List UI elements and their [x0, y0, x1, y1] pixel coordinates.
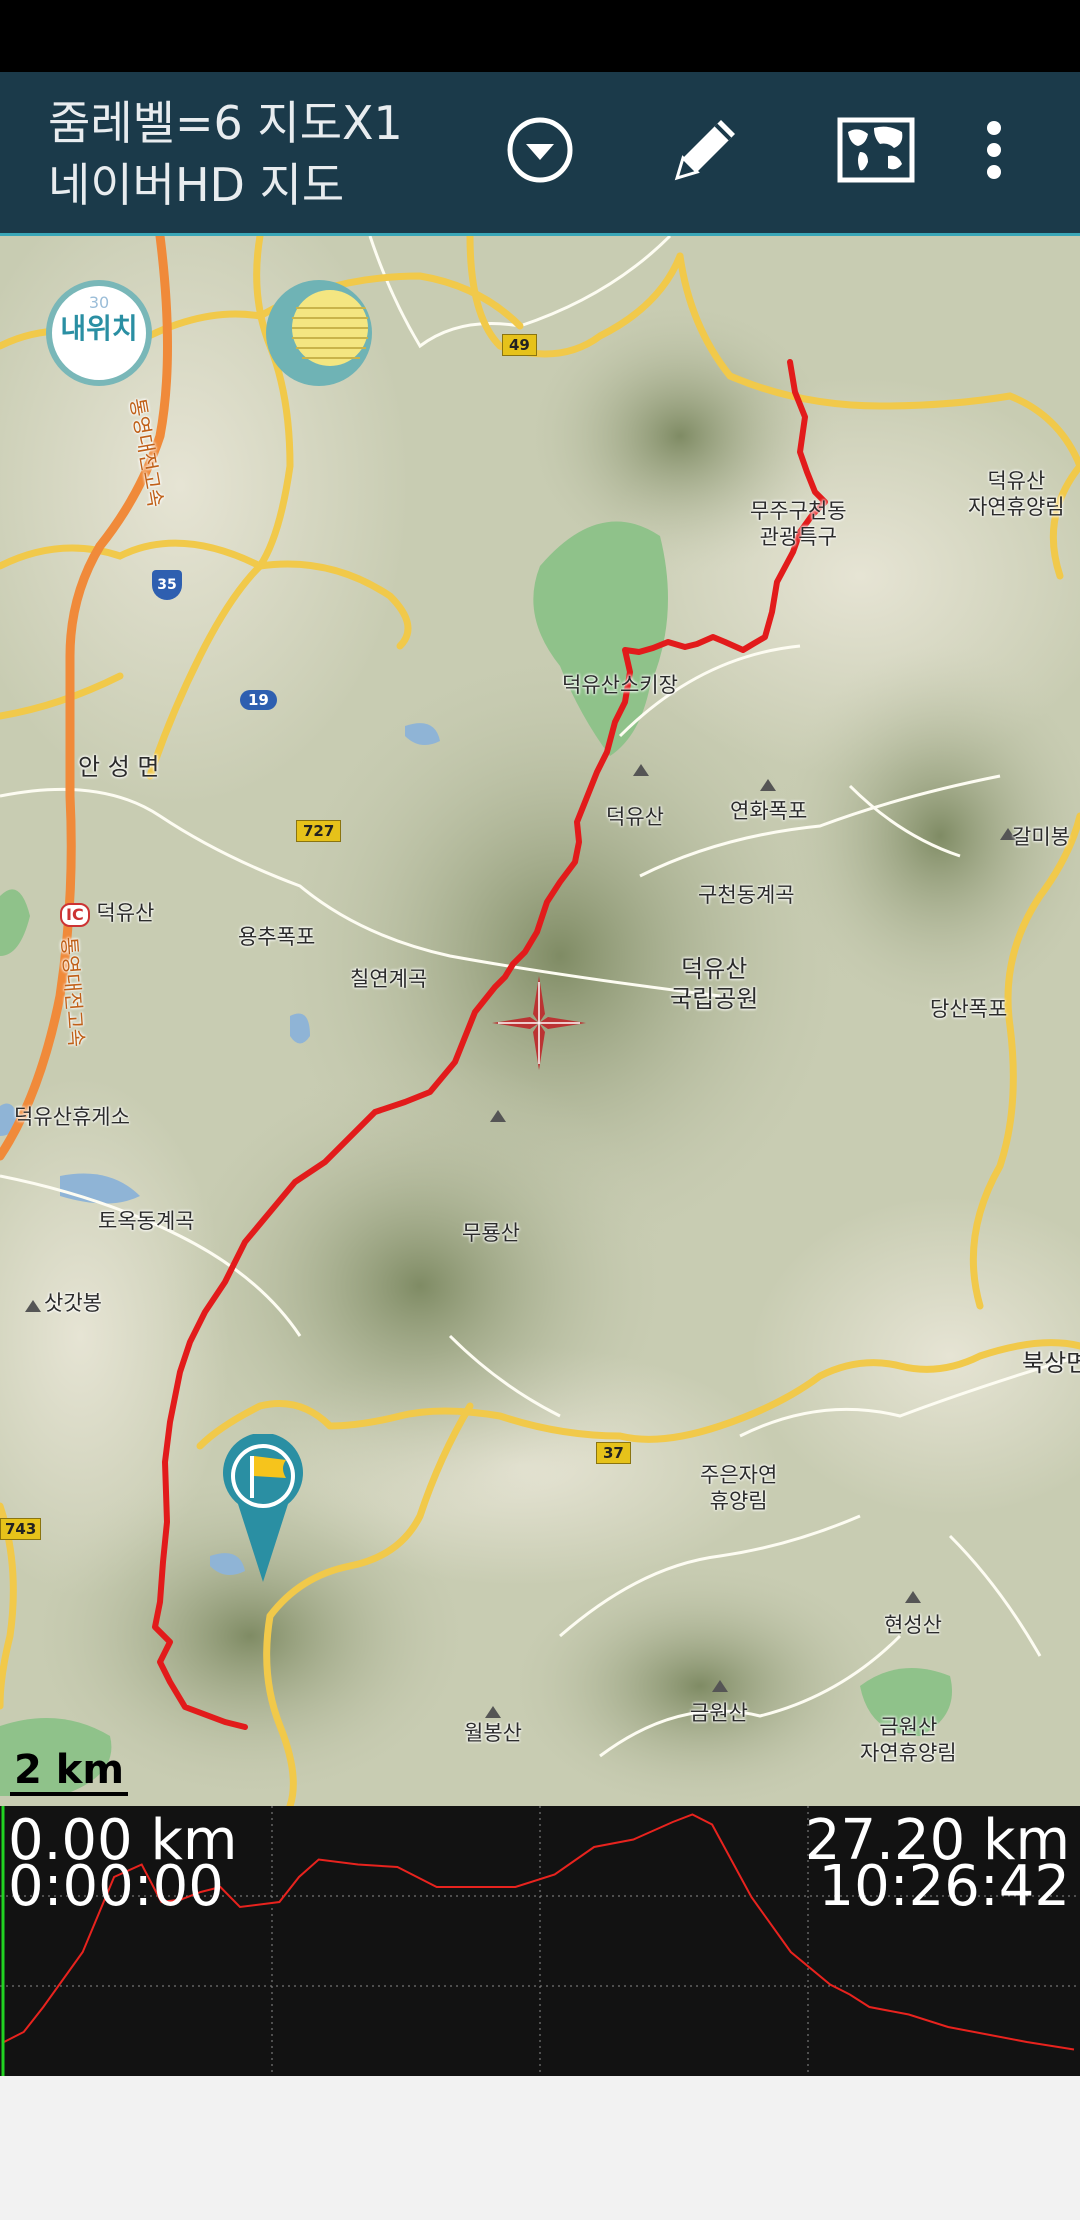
bottom-empty-area — [0, 2076, 1080, 2220]
place-label: 무룡산 — [462, 1221, 520, 1245]
my-location-label: 내위치 — [60, 312, 138, 345]
end-time-text: 10:26:42 — [818, 1854, 1070, 1919]
edit-button[interactable] — [655, 100, 755, 200]
crosshair-icon — [492, 976, 586, 1070]
scale-bar: 2 km — [10, 1748, 129, 1796]
dropdown-button[interactable] — [490, 100, 590, 200]
place-label: 갈미봉 — [1012, 825, 1070, 849]
app-bar: 줌레벨=6 지도X1 네이버HD 지도 — [0, 72, 1080, 236]
road-number-badge: 49 — [502, 334, 537, 356]
road-number-badge: 727 — [296, 820, 342, 842]
place-label: 용추폭포 — [238, 925, 316, 949]
start-flag-marker-icon[interactable] — [220, 1434, 306, 1584]
place-label: 덕유산 자연휴양림 — [968, 469, 1065, 519]
park-label: 덕유산 국립공원 — [670, 955, 759, 1013]
place-label: 무주구천동 관광특구 — [750, 499, 847, 549]
place-label: 주은자연 휴양림 — [700, 1463, 778, 1513]
place-label: 금원산 자연휴양림 — [860, 1715, 957, 1765]
start-time-text: 0:00:00 — [8, 1854, 224, 1919]
map-source-text: 네이버HD 지도 — [48, 158, 345, 212]
my-location-button[interactable]: 30 내위치 — [46, 280, 152, 386]
ic-label: IC 덕유산 — [60, 900, 154, 927]
more-vert-icon — [987, 121, 1001, 179]
road-number-badge: 19 — [240, 690, 277, 710]
map-info-title[interactable]: 줌레벨=6 지도X1 네이버HD 지도 — [48, 92, 403, 216]
road-number-badge: 37 — [596, 1442, 631, 1464]
place-label: 삿갓봉 — [44, 1291, 102, 1315]
layer-toggle-button[interactable] — [266, 280, 372, 386]
notes-layer-icon — [292, 290, 368, 366]
map-select-button[interactable] — [826, 100, 926, 200]
place-label: 금원산 — [690, 1701, 748, 1725]
place-label: 현성산 — [884, 1613, 942, 1637]
road-number-badge: 743 — [0, 1518, 42, 1540]
pencil-icon — [674, 120, 735, 181]
place-label: 덕유산휴게소 — [14, 1105, 130, 1129]
place-label: 덕유산스키장 — [562, 673, 678, 697]
expressway-number-badge: 35 — [152, 570, 182, 600]
overflow-menu-button[interactable] — [964, 100, 1024, 200]
place-label: 북상면 — [1022, 1349, 1080, 1377]
status-bar — [0, 0, 1080, 72]
dropdown-circle-icon — [507, 117, 573, 183]
place-label: 덕유산 — [606, 805, 664, 829]
place-label: 토옥동계곡 — [98, 1209, 195, 1233]
place-label: 월봉산 — [464, 1721, 522, 1745]
place-label: 당산폭포 — [930, 997, 1008, 1021]
world-map-icon — [837, 117, 915, 183]
place-label: 연화폭포 — [730, 799, 808, 823]
place-label: 구천동계곡 — [698, 883, 795, 907]
elevation-chart[interactable]: 0.00 km 0:00:00 27.20 km 10:26:42 — [0, 1806, 1080, 2076]
place-label: 안 성 면 — [78, 753, 160, 781]
map-view[interactable]: 무주구천동 관광특구 덕유산 자연휴양림 덕유산스키장 안 성 면 덕유산 연화… — [0, 236, 1080, 1806]
location-accuracy-text: 30 — [88, 293, 110, 312]
zoom-level-text: 줌레벨=6 지도X1 — [48, 96, 403, 150]
place-label: 칠연계곡 — [350, 967, 428, 991]
